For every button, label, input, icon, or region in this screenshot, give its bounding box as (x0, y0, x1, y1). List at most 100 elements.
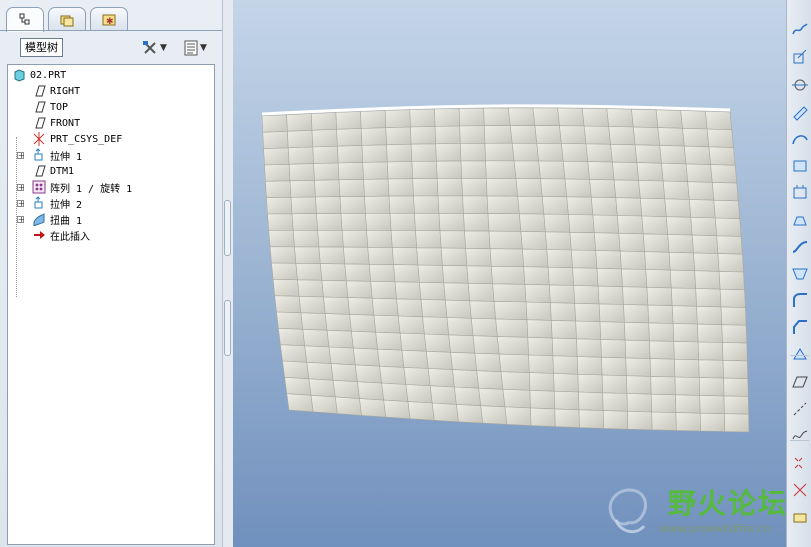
surface-cell (271, 262, 298, 281)
surface-cell (600, 339, 627, 359)
tree-item[interactable]: 阵列 1 / 旋转 1 (32, 179, 132, 195)
csys-small-button[interactable] (791, 481, 809, 499)
csys-tool-button[interactable] (791, 157, 809, 175)
datum-point-button[interactable] (791, 103, 809, 121)
tree-item[interactable]: RIGHT (32, 83, 80, 99)
surface-cell (383, 399, 411, 420)
surface-cell (546, 249, 573, 269)
revolve-tool-button[interactable] (791, 211, 809, 229)
point-icon (794, 457, 803, 469)
surface-cell (668, 251, 696, 272)
surface-cell (264, 163, 291, 182)
expand-toggle[interactable]: + (17, 152, 25, 160)
surface-cell (312, 145, 339, 164)
splitter-grip-bottom[interactable] (224, 300, 231, 356)
surface-cell (454, 386, 482, 407)
plane-icon (792, 376, 808, 388)
surface-cell (347, 297, 375, 316)
surface-cell (550, 320, 577, 340)
surface-cell (463, 213, 490, 232)
round-tool-button[interactable] (791, 292, 809, 310)
surface-cell (495, 318, 529, 338)
surface-cell (674, 376, 701, 396)
surface-cell (304, 345, 332, 364)
axis-line-button[interactable] (791, 400, 809, 418)
surface-cell (469, 300, 497, 320)
folder-browser-tab[interactable] (48, 7, 86, 31)
tree-item[interactable]: FRONT (32, 115, 80, 131)
surface-cell (352, 347, 380, 367)
surface-cell (336, 128, 363, 147)
tree-item[interactable]: TOP (32, 99, 68, 115)
tree-root[interactable]: 02.PRT (12, 67, 66, 83)
tree-item[interactable]: DTM1 (32, 163, 74, 179)
surface-cell (589, 179, 617, 199)
surface-cell (566, 196, 594, 216)
blend-tool-button[interactable] (791, 265, 809, 283)
tree-item[interactable]: 拉伸 1 (32, 147, 82, 163)
sweep-tool-button[interactable] (791, 238, 809, 256)
surface-cell (396, 298, 423, 318)
surface-cell (272, 278, 300, 297)
surface-cell (269, 246, 297, 264)
surface-cell (564, 178, 592, 198)
surface-cell (414, 212, 441, 232)
graphics-viewport[interactable] (233, 0, 786, 547)
surface-cell (513, 160, 541, 180)
surface-cell (483, 125, 513, 144)
panel-splitter[interactable] (222, 0, 233, 547)
tree-item-insert-here[interactable]: 在此插入 (32, 227, 90, 243)
point-button[interactable] (791, 454, 809, 472)
surface-cell (360, 110, 387, 129)
datum-curve-button[interactable] (791, 130, 809, 148)
surface-cell (509, 125, 538, 144)
surface-cell (341, 230, 369, 248)
surface-cell (412, 178, 439, 197)
tree-item[interactable]: 拉伸 2 (32, 195, 82, 211)
analysis-button[interactable] (791, 508, 809, 526)
surface-cell (289, 179, 316, 198)
show-list-icon (184, 40, 198, 56)
surface-cell (465, 247, 492, 267)
surface-cell (367, 246, 394, 265)
surface-cell (439, 230, 466, 249)
surface-cell (391, 247, 419, 266)
surface-cell (386, 143, 413, 163)
surface-cell (484, 142, 515, 162)
tree-item[interactable]: 扭曲 1 (32, 211, 82, 227)
splitter-grip-top[interactable] (224, 200, 231, 256)
chamfer-tool-button[interactable] (791, 319, 809, 337)
datum-axis-button[interactable] (791, 76, 809, 94)
surface-cell (268, 230, 295, 248)
extrude-icon (32, 196, 46, 210)
show-options-button[interactable]: ▼ (182, 38, 207, 58)
curve-button[interactable] (791, 427, 809, 445)
expand-toggle[interactable]: + (17, 216, 25, 224)
tree-item[interactable]: PRT_CSYS_DEF (32, 131, 122, 147)
extrude-tool-button[interactable] (791, 184, 809, 202)
surface-cell (592, 214, 620, 234)
surface-cell (474, 352, 502, 373)
sketched-datum-button[interactable] (791, 22, 809, 40)
surface-cell (718, 271, 745, 291)
tree-settings-button[interactable]: ▼ (142, 38, 167, 58)
blend-tool-icon (792, 268, 808, 280)
surface-cell (363, 178, 390, 197)
surface-cell (613, 179, 641, 199)
surface-cell (411, 160, 438, 180)
surface-cell (413, 195, 440, 214)
favorites-tab[interactable]: ✱ (90, 7, 128, 31)
expand-toggle[interactable]: + (17, 200, 25, 208)
watermark-title: 野火论坛 (668, 487, 789, 520)
surface-cell (507, 107, 536, 126)
plane-button[interactable] (791, 373, 809, 391)
model-tree-tab[interactable] (6, 7, 44, 32)
surface-cell (517, 195, 545, 215)
datum-plane-tool-button[interactable] (791, 49, 809, 67)
surface-cell (569, 231, 597, 251)
curve-icon (792, 430, 808, 440)
surface-cell (699, 412, 726, 432)
expand-toggle[interactable]: + (17, 184, 25, 192)
feature-toolbar (786, 0, 811, 547)
revolve-tool-icon (793, 216, 807, 226)
